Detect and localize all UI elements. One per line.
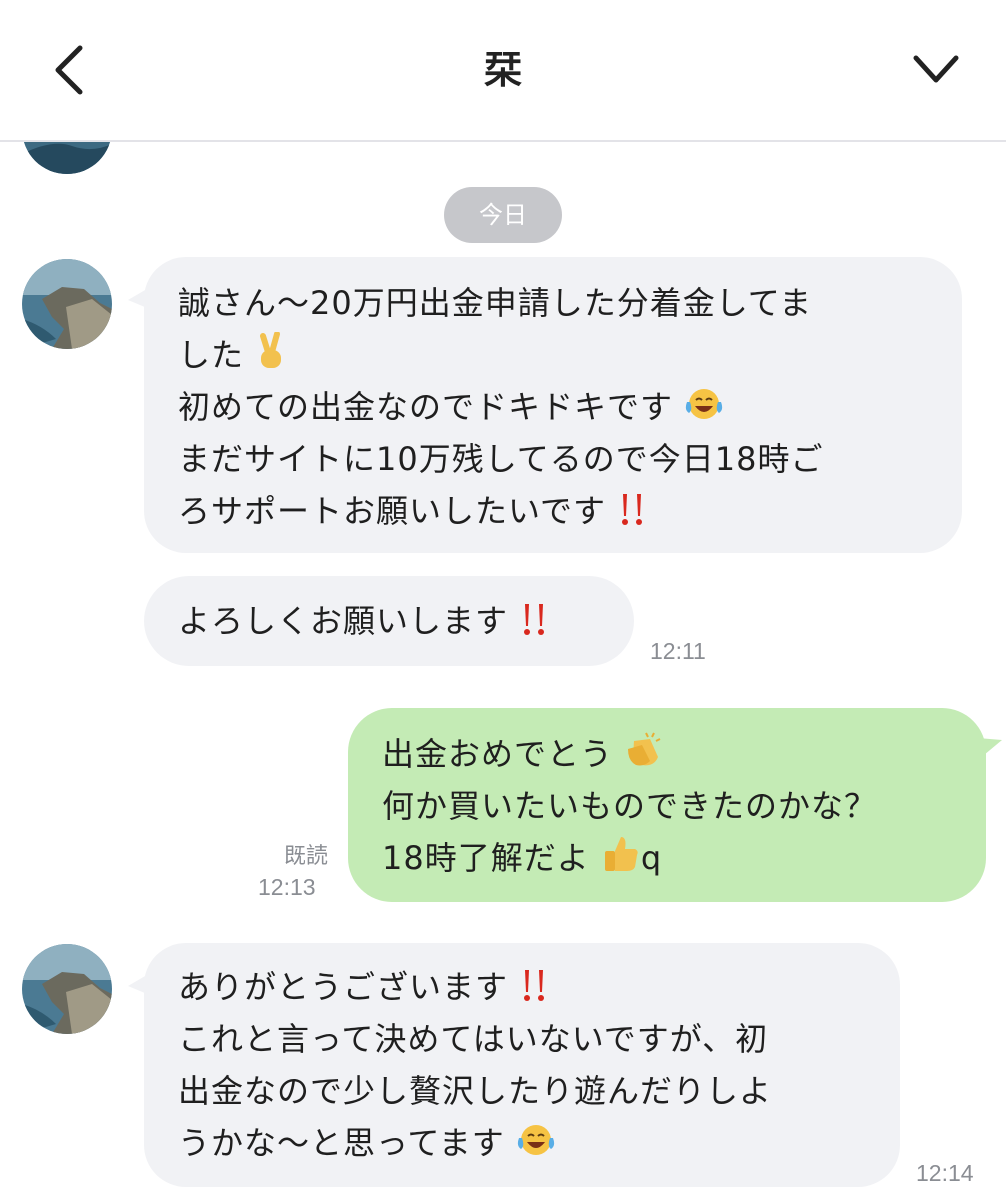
- message-line: した: [178, 329, 962, 381]
- message-line: 初めての出金なのでドキドキです: [178, 381, 962, 433]
- thumbs-up-emoji: [604, 837, 638, 871]
- message-time: 12:13: [258, 874, 316, 900]
- message-line: まだサイトに10万残してるので今日18時ご: [178, 440, 824, 478]
- chevron-down-icon[interactable]: [910, 48, 962, 92]
- double-exclamation-emoji: [524, 970, 545, 1001]
- double-exclamation-emoji: [622, 494, 643, 525]
- message-bubble-incoming[interactable]: 誠さん〜20万円出金申請した分着金してま した 初めての出金なのでドキドキです …: [144, 257, 962, 553]
- chat-header: 栞: [0, 0, 1006, 142]
- message-bubble-incoming[interactable]: ありがとうございます これと言って決めてはいないですが、初 出金なので少し贅沢し…: [144, 943, 900, 1187]
- message-line: ありがとうございます: [178, 961, 900, 1013]
- chat-title: 栞: [483, 48, 522, 92]
- message-line: 誠さん〜20万円出金申請した分着金してま: [178, 284, 813, 322]
- double-exclamation-emoji: [524, 604, 545, 635]
- bubble-tail: [978, 738, 1002, 760]
- message-line: 18時了解だよ q: [382, 832, 986, 884]
- tears-of-joy-emoji: [686, 389, 723, 419]
- message-line: 何か買いたいものできたのかな？: [382, 787, 878, 825]
- avatar[interactable]: [22, 944, 112, 1034]
- message-line: ろサポートお願いしたいです: [178, 485, 962, 537]
- message-line: うかな〜と思ってます: [178, 1117, 900, 1169]
- message-time: 12:14: [916, 1160, 974, 1186]
- message-bubble-outgoing[interactable]: 出金おめでとう 何か買いたいものできたのかな？ 18時了解だよ q: [348, 708, 986, 902]
- tears-of-joy-emoji: [517, 1125, 555, 1155]
- date-divider: 今日: [444, 187, 562, 243]
- message-bubble-incoming[interactable]: よろしくお願いします: [144, 576, 634, 666]
- clapping-hands-emoji: [628, 732, 661, 766]
- message-time: 12:11: [650, 638, 706, 664]
- message-line: 出金なので少し贅沢したり遊んだりしよ: [178, 1072, 773, 1110]
- avatar[interactable]: [22, 259, 112, 349]
- message-line: よろしくお願いします: [178, 595, 634, 647]
- message-line: これと言って決めてはいないですが、初: [178, 1020, 769, 1058]
- read-receipt: 既読: [283, 844, 328, 869]
- victory-hand-emoji: [260, 332, 282, 368]
- message-line: 出金おめでとう: [382, 728, 986, 780]
